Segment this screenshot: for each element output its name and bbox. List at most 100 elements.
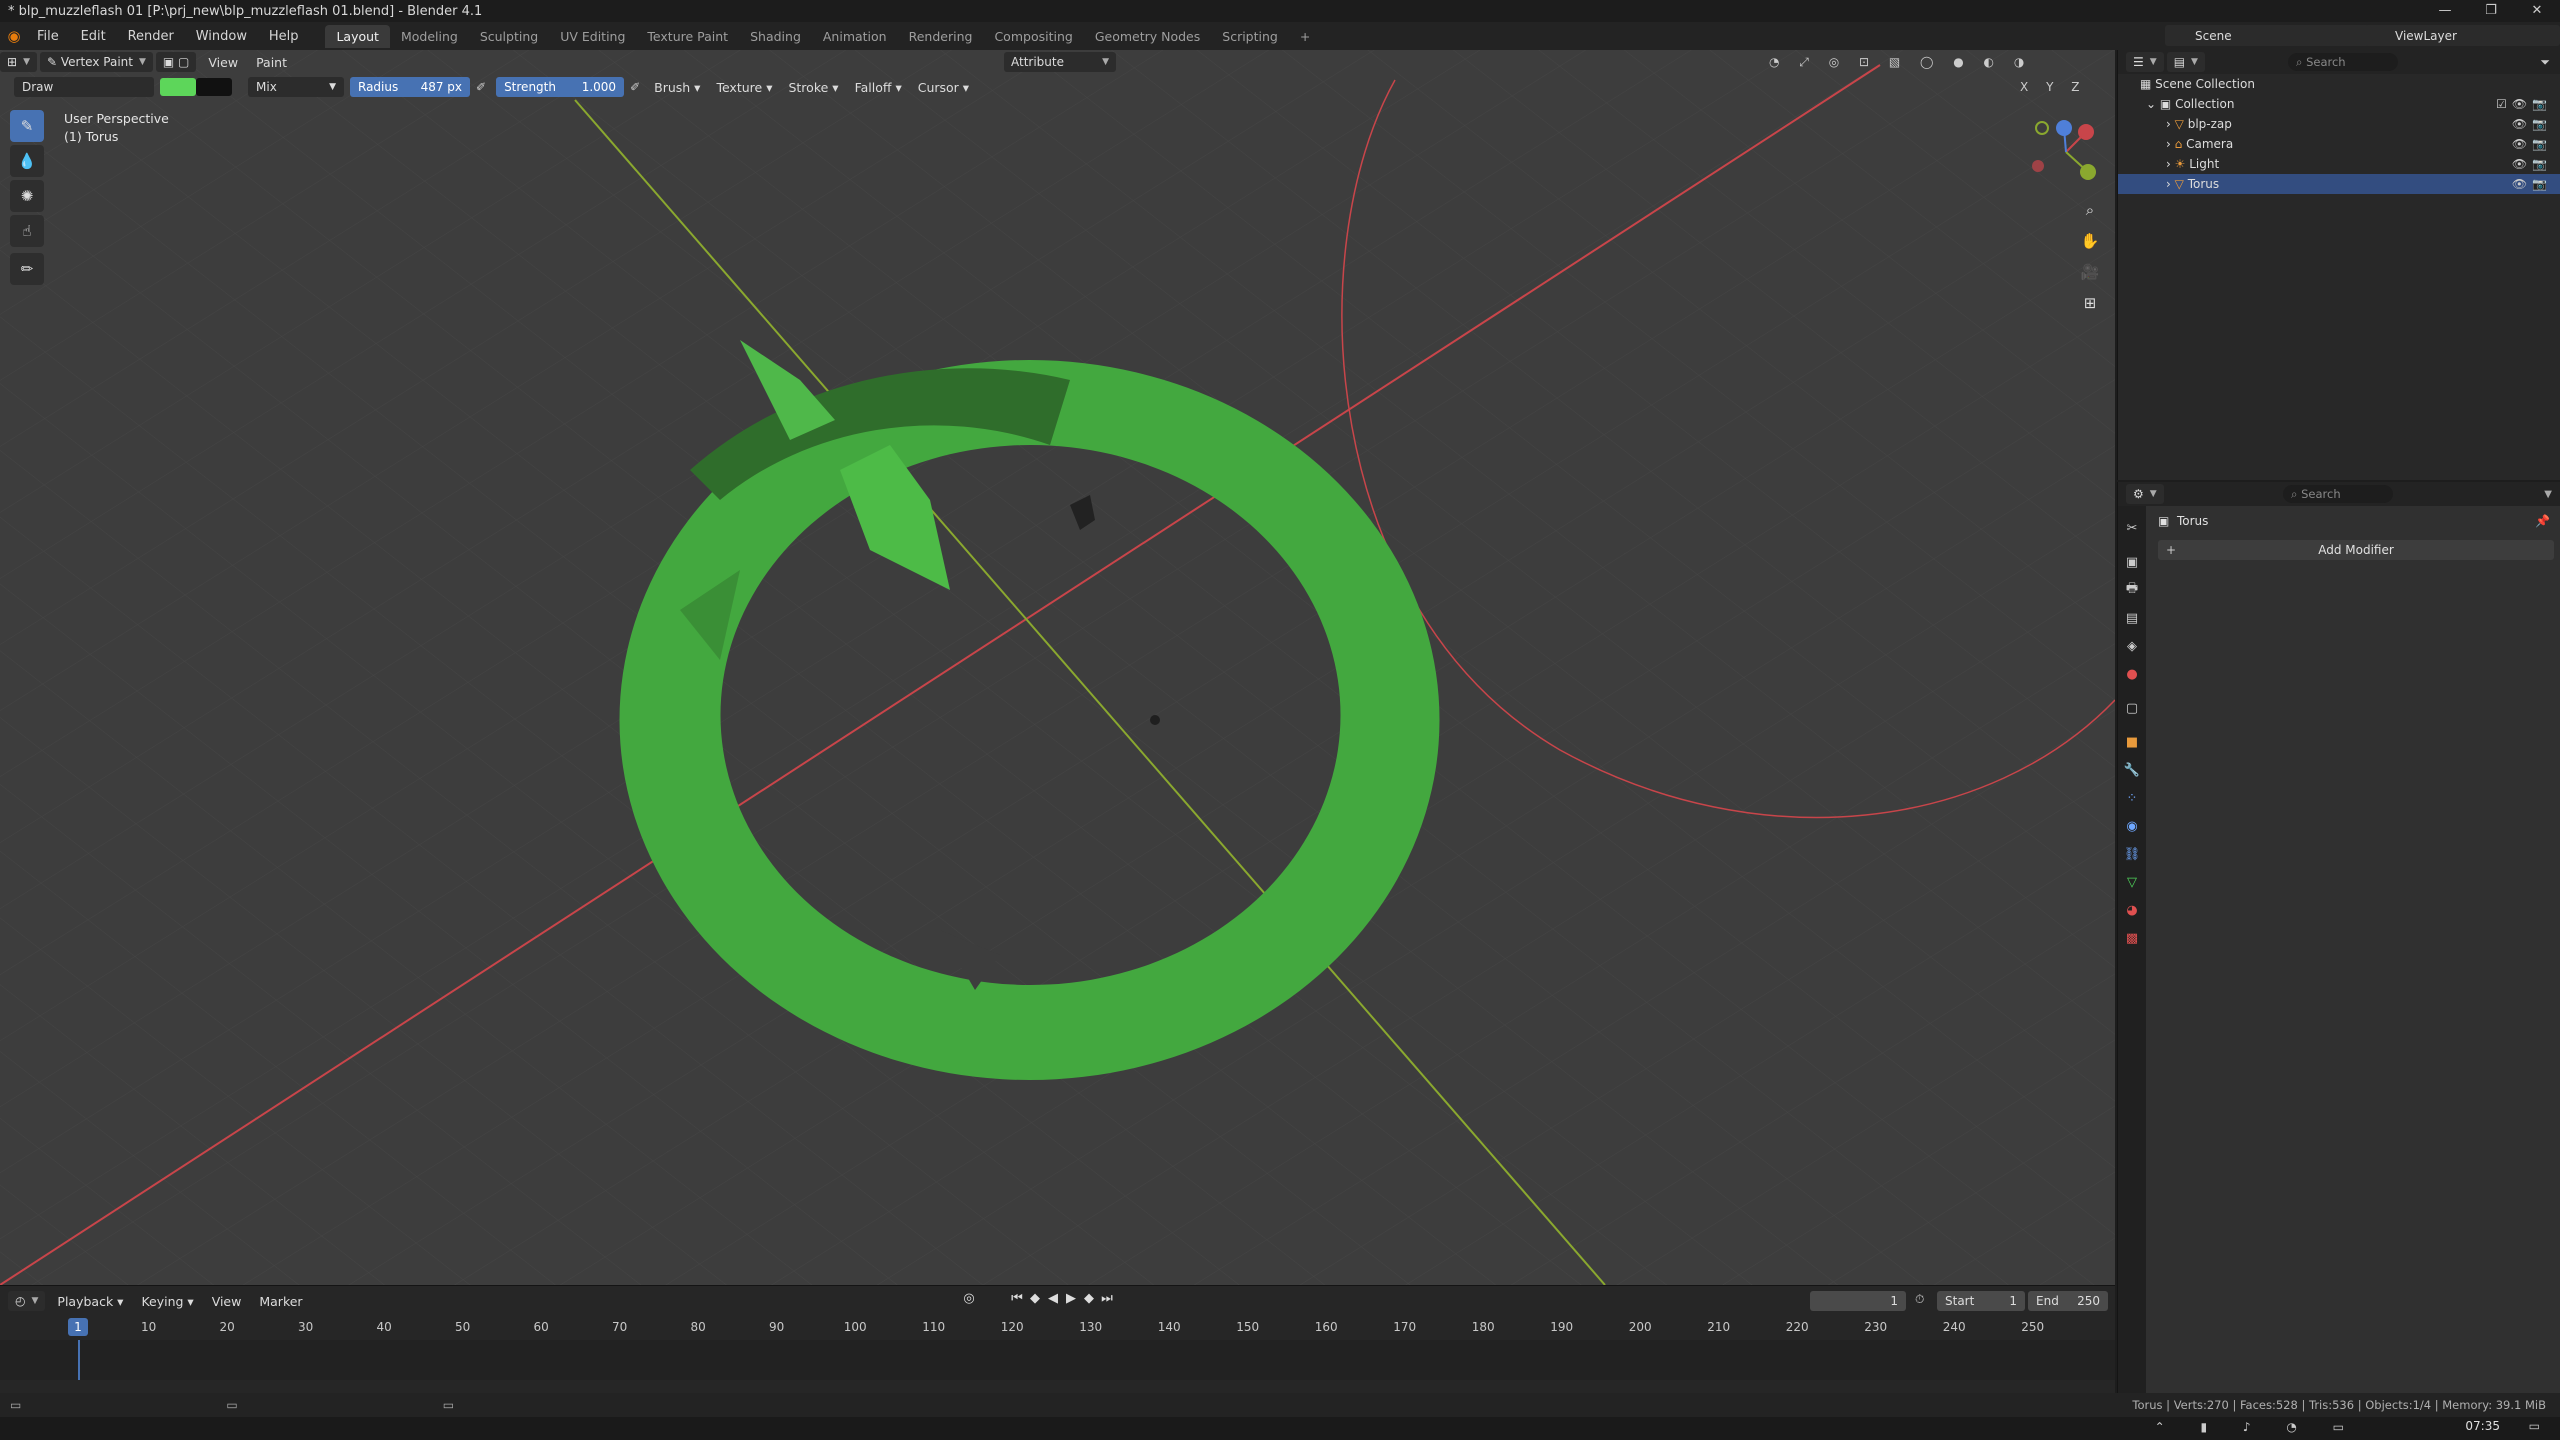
constraints-tab-icon[interactable]: ⛓: [2118, 840, 2146, 868]
tab-sculpting[interactable]: Sculpting: [469, 25, 549, 48]
tab-uv-editing[interactable]: UV Editing: [549, 25, 636, 48]
strength-field[interactable]: Strength 1.000: [496, 77, 625, 97]
menu-marker[interactable]: Marker: [259, 1294, 302, 1309]
texture-tab-icon[interactable]: ▩: [2118, 924, 2146, 952]
close-button[interactable]: ✕: [2514, 0, 2560, 22]
expand-arrow-icon[interactable]: ›: [2166, 177, 2171, 191]
menu-cursor[interactable]: Cursor ▾: [918, 80, 969, 95]
annotate-icon[interactable]: ✏: [10, 253, 44, 285]
menu-view[interactable]: View: [208, 55, 238, 70]
3d-viewport[interactable]: [0, 50, 2115, 1285]
play-reverse-icon[interactable]: ◀: [1044, 1291, 1062, 1306]
material-tab-icon[interactable]: ◕: [2118, 896, 2146, 924]
filter-icon[interactable]: ⏷: [2540, 55, 2550, 70]
navigation-gizmo[interactable]: [2030, 116, 2102, 188]
symmetry-y-toggle[interactable]: Y: [2046, 80, 2060, 94]
symmetry-z-toggle[interactable]: Z: [2071, 80, 2086, 94]
properties-search[interactable]: ⌕ Search: [2283, 485, 2393, 503]
pan-hand-icon[interactable]: ✋: [2076, 227, 2104, 255]
tab-scripting[interactable]: Scripting: [1211, 25, 1289, 48]
system-tray-icons[interactable]: ⌃ ▮ ♪ ◔ ▭: [2155, 1420, 2360, 1434]
world-tab-icon[interactable]: ●: [2118, 660, 2146, 688]
blend-mode-selector[interactable]: Mix ▼: [248, 77, 344, 97]
timeline-editor-type[interactable]: ◴ ▼: [8, 1291, 46, 1311]
expand-arrow-icon[interactable]: ›: [2166, 117, 2171, 131]
draw-brush-icon[interactable]: ✎: [10, 110, 44, 142]
tab-texture-paint[interactable]: Texture Paint: [636, 25, 739, 48]
visibility-toggles[interactable]: ☑👁📷: [2496, 97, 2552, 111]
expand-arrow-icon[interactable]: ›: [2166, 137, 2171, 151]
maximize-button[interactable]: ❐: [2468, 0, 2514, 22]
notification-icon[interactable]: ▭: [2529, 1419, 2540, 1433]
menu-brush[interactable]: Brush ▾: [654, 80, 700, 95]
next-key-icon[interactable]: ◆: [1080, 1291, 1098, 1306]
tab-animation[interactable]: Animation: [812, 25, 898, 48]
pin-icon[interactable]: 📌: [2535, 514, 2550, 528]
menu-texture[interactable]: Texture ▾: [716, 80, 772, 95]
gizmo-y-icon[interactable]: [2080, 164, 2096, 180]
brush-selector[interactable]: Draw: [14, 77, 154, 97]
menu-timeline-view[interactable]: View: [212, 1294, 242, 1309]
paint-mask-toggle[interactable]: ▣ ▢: [155, 52, 197, 72]
menu-falloff[interactable]: Falloff ▾: [855, 80, 902, 95]
timeline-track[interactable]: [0, 1340, 2115, 1380]
menu-render[interactable]: Render: [128, 29, 174, 44]
menu-edit[interactable]: Edit: [81, 29, 106, 44]
scene-tab-icon[interactable]: ◈: [2118, 632, 2146, 660]
tab-modeling[interactable]: Modeling: [390, 25, 469, 48]
blender-logo-icon[interactable]: ◉: [0, 27, 28, 45]
playhead[interactable]: [78, 1340, 80, 1380]
outliner-search[interactable]: ⌕ Search: [2287, 53, 2398, 71]
primary-color-swatch[interactable]: [160, 78, 196, 96]
menu-paint[interactable]: Paint: [256, 55, 287, 70]
menu-playback[interactable]: Playback ▾: [57, 1294, 123, 1309]
average-brush-icon[interactable]: ✺: [10, 180, 44, 212]
outliner-editor-type[interactable]: ☰ ▼: [2126, 52, 2164, 72]
visibility-toggles[interactable]: 👁📷: [2512, 137, 2552, 151]
symmetry-x-toggle[interactable]: X: [2020, 80, 2035, 94]
minimize-button[interactable]: —: [2422, 0, 2468, 22]
tab-compositing[interactable]: Compositing: [983, 25, 1083, 48]
current-frame-field[interactable]: 1: [1810, 1291, 1906, 1311]
menu-file[interactable]: File: [37, 29, 59, 44]
autokey-icon[interactable]: ◎: [960, 1291, 978, 1306]
tab-shading[interactable]: Shading: [739, 25, 812, 48]
modifier-tab-icon[interactable]: 🔧: [2118, 756, 2146, 784]
scene-selector[interactable]: Scene: [2165, 25, 2370, 46]
collection-tab-icon[interactable]: ▢: [2118, 694, 2146, 722]
menu-stroke[interactable]: Stroke ▾: [788, 80, 838, 95]
tab-rendering[interactable]: Rendering: [898, 25, 984, 48]
outliner-item-blp-zap[interactable]: › ▽ blp-zap 👁📷: [2118, 114, 2560, 134]
menu-help[interactable]: Help: [269, 29, 299, 44]
pressure-radius-icon[interactable]: ✐: [476, 80, 486, 94]
physics-tab-icon[interactable]: ◉: [2118, 812, 2146, 840]
properties-editor-type[interactable]: ⚙ ▼: [2126, 484, 2164, 504]
mode-selector[interactable]: ✎ Vertex Paint ▼: [39, 52, 153, 72]
zoom-icon[interactable]: ⌕: [2076, 196, 2104, 224]
gizmo-x-icon[interactable]: [2078, 124, 2094, 140]
options-dropdown-icon[interactable]: ▼: [2544, 489, 2552, 500]
render-tab-icon[interactable]: ▣: [2118, 548, 2146, 576]
output-tab-icon[interactable]: 🖶: [2118, 576, 2146, 604]
outliner-item-camera[interactable]: › ⌂ Camera 👁📷: [2118, 134, 2560, 154]
visibility-toggles[interactable]: 👁📷: [2512, 157, 2552, 171]
prev-key-icon[interactable]: ◆: [1026, 1291, 1044, 1306]
tool-tab-icon[interactable]: ✂: [2118, 514, 2146, 542]
jump-start-icon[interactable]: ⏮: [1008, 1291, 1026, 1306]
display-mode-selector[interactable]: ▤ ▼: [2166, 52, 2205, 72]
current-frame-indicator[interactable]: 1: [68, 1318, 88, 1336]
view-layer-tab-icon[interactable]: ▤: [2118, 604, 2146, 632]
object-tab-icon[interactable]: ■: [2118, 728, 2146, 756]
clock-icon[interactable]: ⏱: [1915, 1292, 1924, 1307]
menu-keying[interactable]: Keying ▾: [141, 1294, 193, 1309]
gizmo-z-icon[interactable]: [2056, 120, 2072, 136]
tab-layout[interactable]: Layout: [325, 24, 390, 48]
add-workspace-icon[interactable]: +: [1289, 25, 1321, 48]
add-modifier-button[interactable]: + Add Modifier: [2158, 540, 2554, 560]
particles-tab-icon[interactable]: ⁘: [2118, 784, 2146, 812]
editor-type-button[interactable]: ⊞ ▼: [0, 52, 37, 72]
expand-arrow-icon[interactable]: ›: [2166, 157, 2171, 171]
radius-field[interactable]: Radius 487 px: [350, 77, 470, 97]
attribute-selector[interactable]: Attribute ▼: [1004, 52, 1116, 72]
camera-view-icon[interactable]: 🎥: [2076, 258, 2104, 286]
